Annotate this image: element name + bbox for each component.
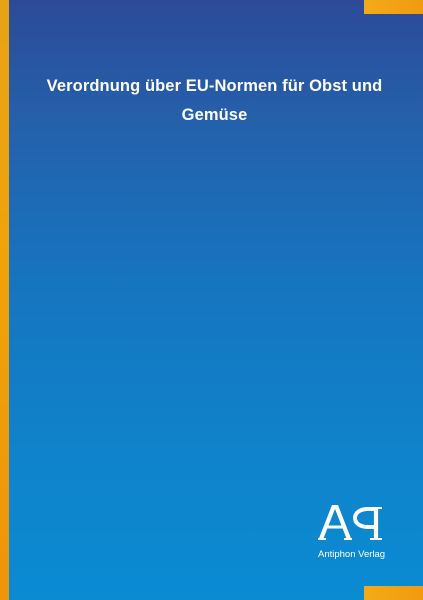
- top-right-accent: [364, 0, 423, 14]
- publisher-logo: [318, 505, 382, 540]
- book-title: Verordnung über EU-Normen für Obst und G…: [46, 77, 383, 124]
- bottom-right-accent: [364, 586, 423, 600]
- left-accent-bar: [0, 0, 9, 600]
- publisher-name: Antiphon Verlag: [318, 549, 386, 560]
- book-cover: Verordnung über EU-Normen für Obst und G…: [0, 0, 423, 600]
